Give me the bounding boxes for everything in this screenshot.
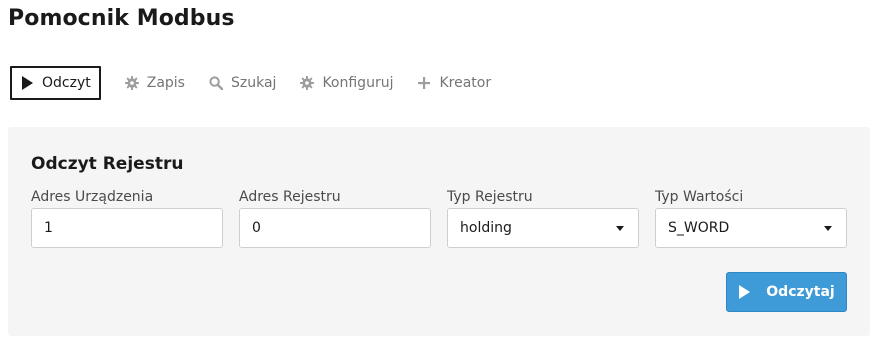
tab-wizard[interactable]: Kreator xyxy=(417,66,491,100)
plus-icon xyxy=(417,76,431,90)
play-icon xyxy=(20,76,34,90)
read-button-label: Odczytaj xyxy=(766,284,835,300)
tab-configure[interactable]: Konfiguruj xyxy=(300,66,393,100)
value-type-value: S_WORD xyxy=(668,220,730,236)
tab-bar: Odczyt Zapis Szukaj Konfiguruj Kreator xyxy=(10,66,515,100)
register-address-input[interactable]: 0 xyxy=(239,208,431,248)
register-type-label: Typ Rejestru xyxy=(447,189,533,205)
tab-search[interactable]: Szukaj xyxy=(209,66,276,100)
gear-icon xyxy=(300,76,315,90)
play-icon xyxy=(738,285,751,299)
device-address-value: 1 xyxy=(44,220,53,236)
tab-label: Szukaj xyxy=(230,75,277,91)
register-type-select[interactable]: holding xyxy=(447,208,639,248)
caret-down-icon xyxy=(616,225,624,231)
gear-icon xyxy=(124,76,139,90)
tab-label: Zapis xyxy=(146,75,185,91)
page-title: Pomocnik Modbus xyxy=(8,6,235,31)
value-type-label: Typ Wartości xyxy=(655,189,744,205)
tab-label: Kreator xyxy=(439,75,492,91)
panel-title: Odczyt Rejestru xyxy=(31,154,184,174)
read-register-panel: Odczyt Rejestru Adres Urządzenia 1 Adres… xyxy=(8,127,870,336)
device-address-label: Adres Urządzenia xyxy=(31,189,154,205)
read-button[interactable]: Odczytaj xyxy=(726,272,847,312)
value-type-select[interactable]: S_WORD xyxy=(655,208,847,248)
caret-down-icon xyxy=(824,225,832,231)
search-icon xyxy=(209,76,223,90)
register-address-label: Adres Rejestru xyxy=(239,189,341,205)
tab-label: Konfiguruj xyxy=(322,75,394,91)
tab-read[interactable]: Odczyt xyxy=(10,66,101,100)
device-address-input[interactable]: 1 xyxy=(31,208,223,248)
tab-write[interactable]: Zapis xyxy=(124,66,185,100)
register-address-value: 0 xyxy=(252,220,261,236)
register-type-value: holding xyxy=(460,220,512,236)
tab-label: Odczyt xyxy=(42,75,91,91)
